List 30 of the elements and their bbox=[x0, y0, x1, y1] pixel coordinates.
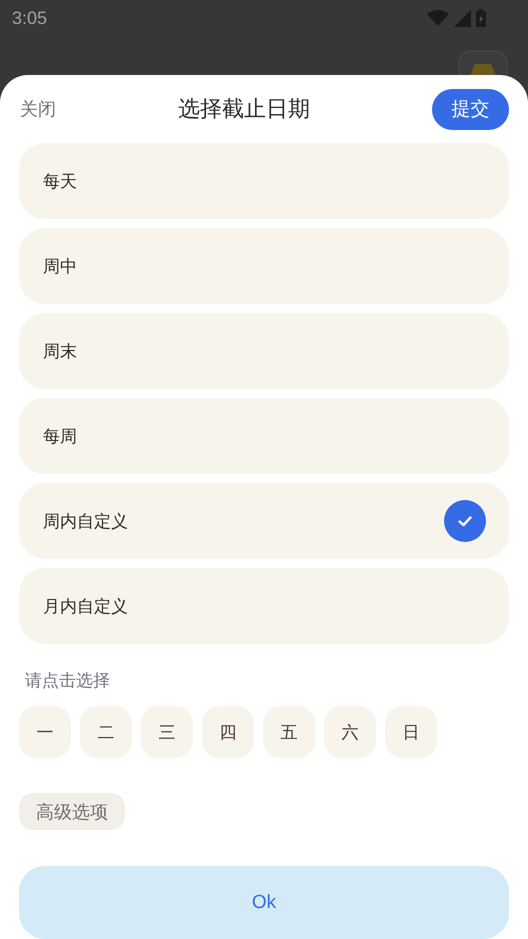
ok-button[interactable]: Ok bbox=[19, 866, 509, 939]
day-chip[interactable]: 一 bbox=[19, 706, 71, 758]
option-label: 每周 bbox=[43, 426, 77, 448]
day-chip[interactable]: 四 bbox=[202, 706, 254, 758]
option-label: 周中 bbox=[43, 256, 77, 278]
option-label: 周末 bbox=[43, 340, 77, 363]
day-chip[interactable]: 二 bbox=[80, 706, 132, 758]
advanced-options-button[interactable]: 高级选项 bbox=[19, 793, 125, 830]
option-label: 周内自定义 bbox=[43, 510, 128, 533]
option-item[interactable]: 周中 bbox=[19, 228, 509, 304]
day-chip[interactable]: 六 bbox=[324, 706, 376, 758]
sheet-title: 选择截止日期 bbox=[178, 96, 310, 124]
status-time: 3:05 bbox=[12, 8, 48, 28]
wifi-icon bbox=[427, 10, 449, 26]
day-prompt: 请点击选择 bbox=[25, 670, 111, 692]
option-item[interactable]: 周末 bbox=[19, 313, 509, 390]
option-label: 每天 bbox=[43, 170, 77, 193]
close-link[interactable]: 关闭 bbox=[20, 97, 56, 122]
check-icon bbox=[444, 500, 486, 542]
option-item[interactable]: 每天 bbox=[19, 143, 509, 220]
signal-icon bbox=[454, 10, 471, 26]
day-chip[interactable]: 五 bbox=[263, 706, 315, 758]
day-chip[interactable]: 日 bbox=[385, 706, 437, 758]
option-item[interactable]: 每周 bbox=[19, 398, 509, 474]
day-chip[interactable]: 三 bbox=[141, 706, 193, 758]
submit-button[interactable]: 提交 bbox=[432, 88, 509, 130]
option-item[interactable]: 月内自定义 bbox=[19, 568, 509, 644]
option-label: 月内自定义 bbox=[43, 596, 128, 618]
battery-icon bbox=[476, 9, 486, 27]
option-item[interactable]: 周内自定义 bbox=[19, 483, 509, 560]
